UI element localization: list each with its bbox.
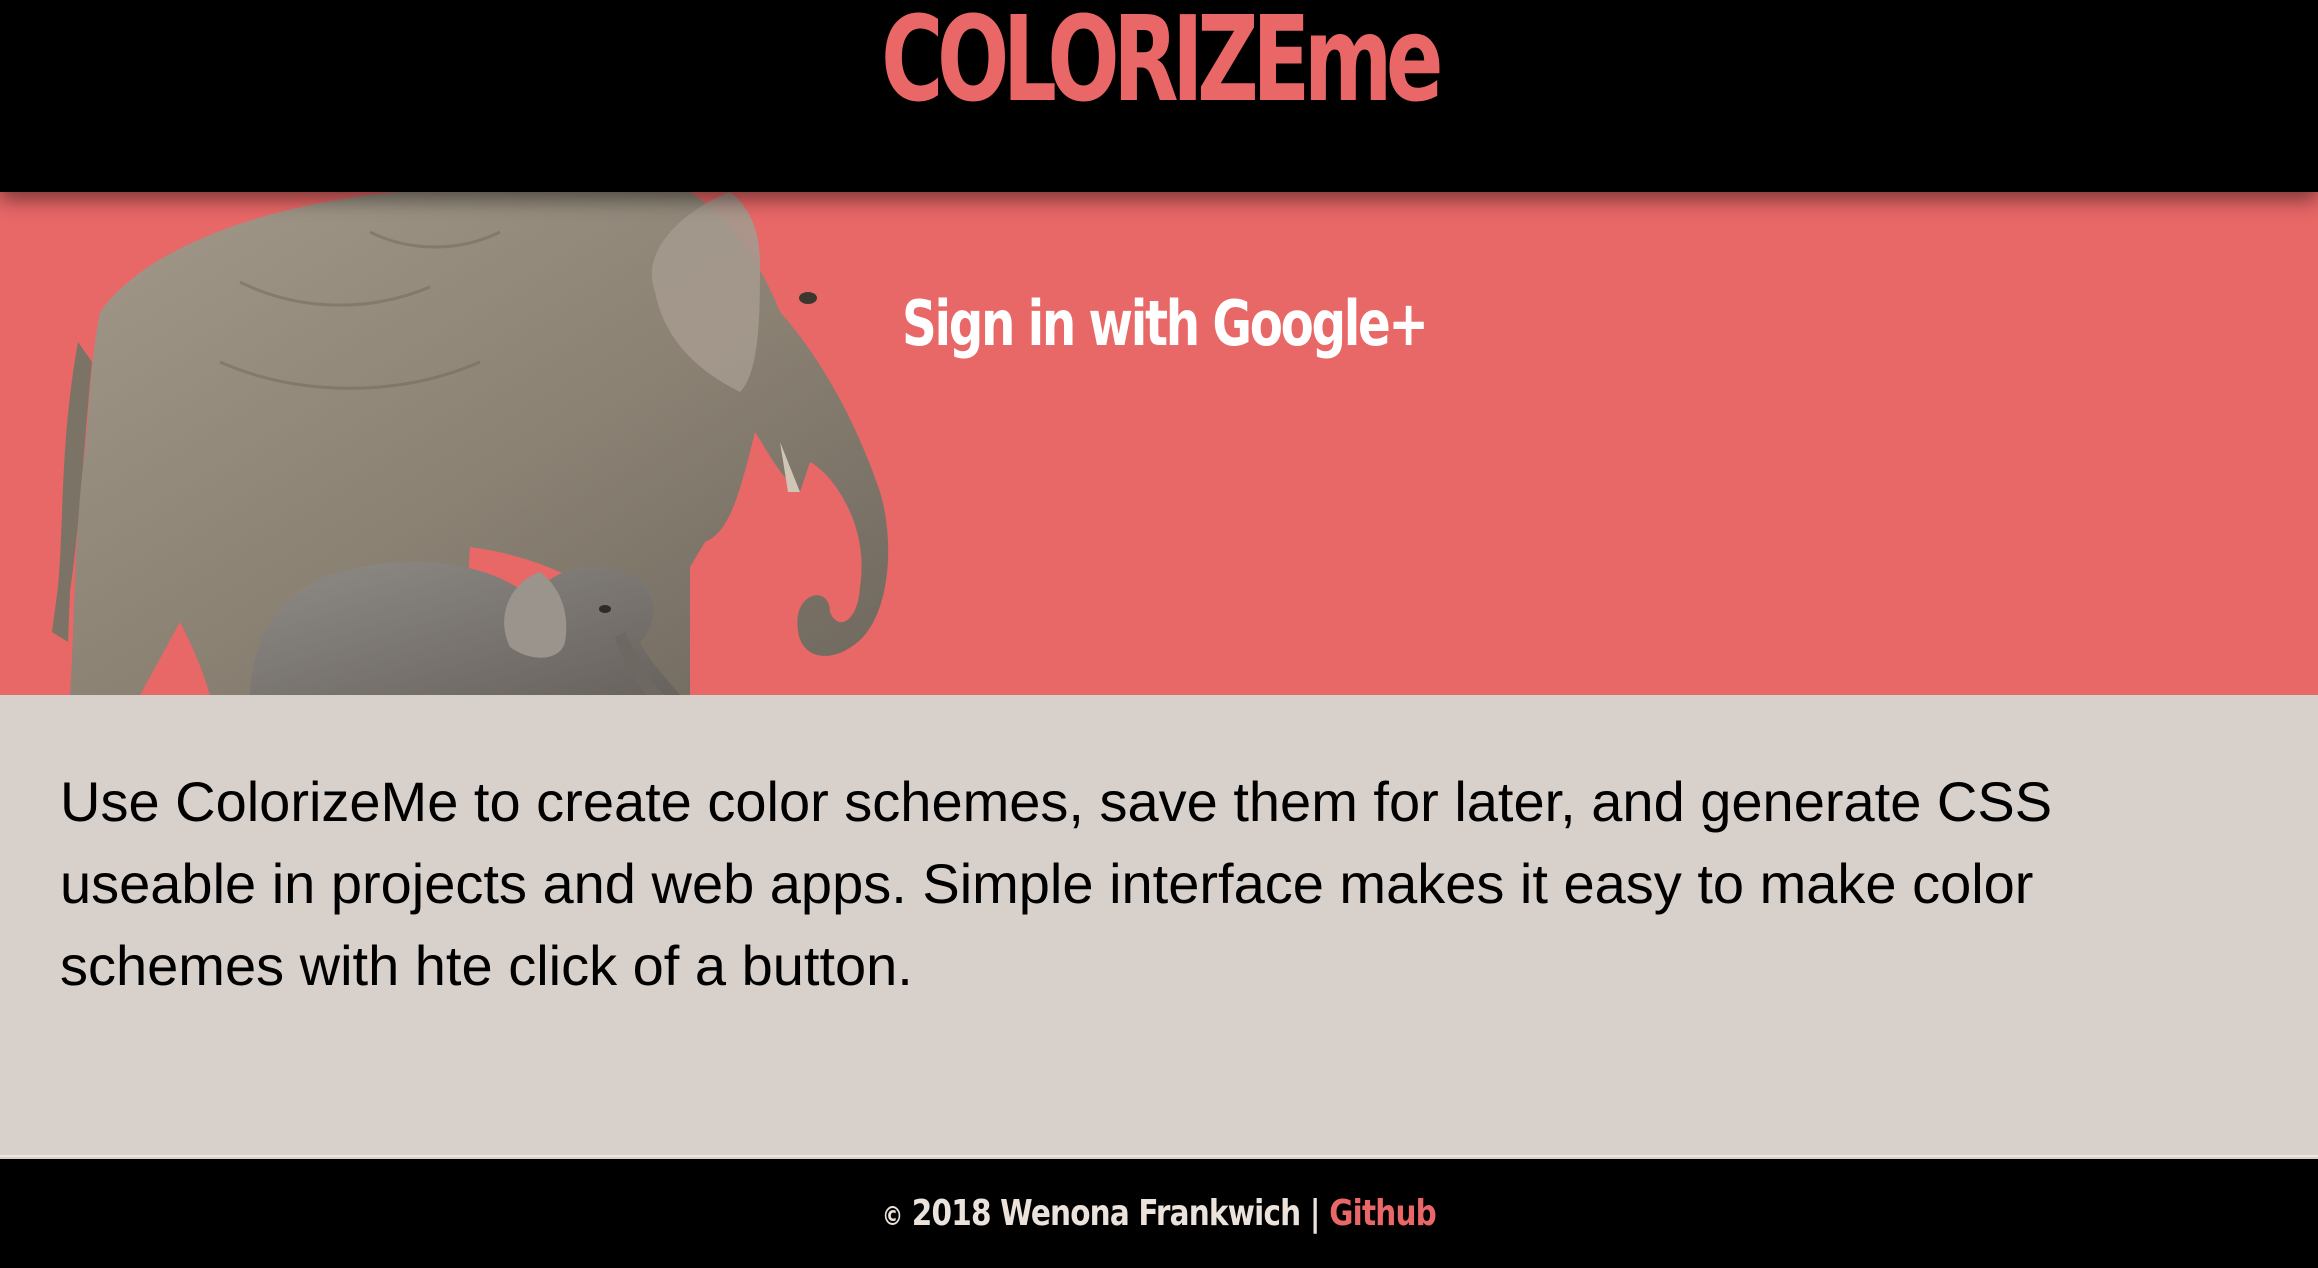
elephants-image (52, 192, 889, 695)
github-link[interactable]: Github (1329, 1193, 1437, 1234)
copyright-text: 2018 Wenona Frankwich | (911, 1193, 1321, 1234)
site-footer: © 2018 Wenona Frankwich | Github (0, 1159, 2318, 1268)
site-header: COLORIZEme (0, 0, 2318, 192)
footer-credit: © 2018 Wenona Frankwich | Github (881, 1193, 1437, 1234)
hero-banner: Sign in with Google+ (0, 192, 2318, 695)
copyright-symbol: © (881, 1202, 903, 1232)
site-logo-title[interactable]: COLORIZEme (881, 0, 1443, 118)
about-section: Use ColorizeMe to create color schemes, … (0, 695, 2318, 1157)
google-signin-button[interactable]: Sign in with Google+ (902, 289, 1429, 358)
about-description: Use ColorizeMe to create color schemes, … (60, 770, 2053, 997)
